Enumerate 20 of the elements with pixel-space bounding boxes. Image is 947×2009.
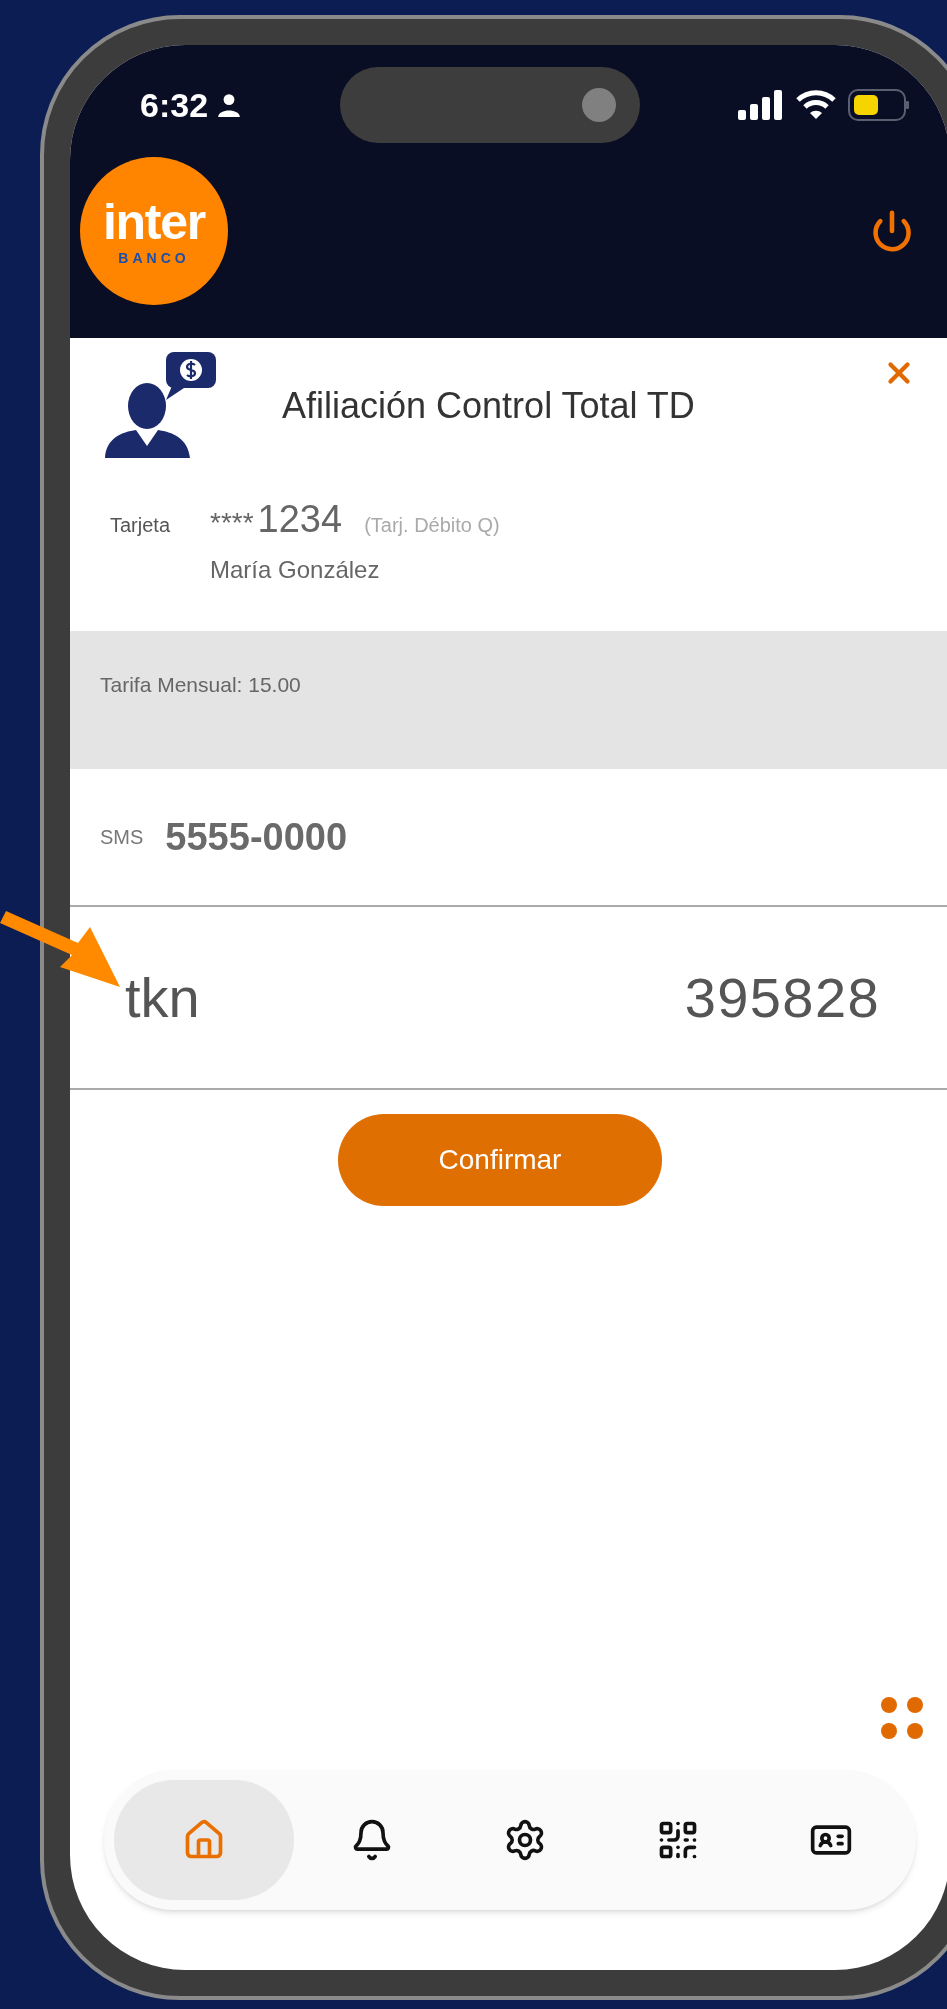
confirm-button[interactable]: Confirmar <box>338 1114 662 1206</box>
wifi-icon <box>796 90 836 120</box>
card-mask: **** <box>210 506 254 540</box>
sms-number: 5555-0000 <box>165 814 348 860</box>
token-label: tkn <box>125 964 200 1031</box>
card-label: Tarjeta <box>110 513 172 538</box>
card-holder: María González <box>210 555 381 585</box>
token-value: 395828 <box>684 964 880 1031</box>
logo-word: inter <box>102 197 206 247</box>
logo-subtitle: BANCO <box>118 251 190 265</box>
grid-dots-icon[interactable] <box>880 1696 924 1740</box>
monthly-fee: Tarifa Mensual: 15.00 <box>100 673 301 696</box>
signal-icon <box>738 90 784 120</box>
card-number: 1234 <box>257 497 343 542</box>
battery-icon <box>848 89 910 121</box>
card-type: (Tarj. Débito Q) <box>364 513 500 538</box>
status-time: 6:32 <box>140 84 209 126</box>
dialog-title: Afiliación Control Total TD <box>282 383 696 428</box>
person-icon <box>216 92 243 118</box>
sms-label: SMS <box>100 825 144 850</box>
